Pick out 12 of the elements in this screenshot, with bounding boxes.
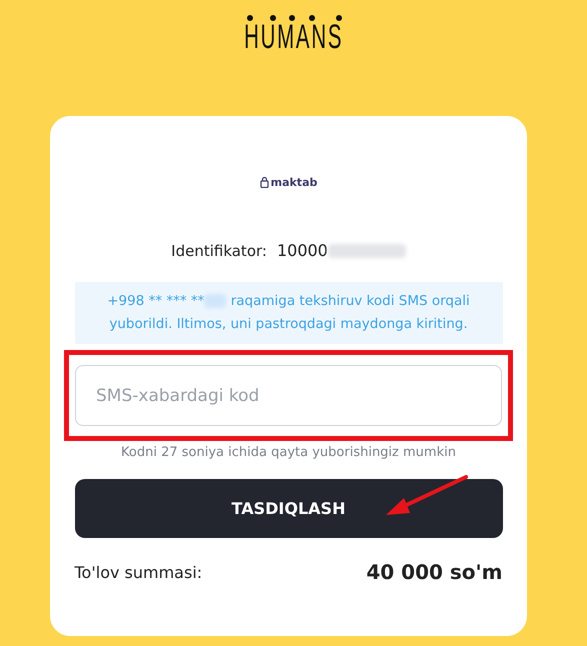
lock-icon: [260, 177, 269, 188]
total-label: To'lov summasi:: [74, 562, 202, 582]
code-input-field[interactable]: SMS-xabardagi kod: [75, 365, 502, 426]
identifier-label: Identifikator:: [171, 242, 267, 260]
identifier-value: 10000: [276, 241, 328, 260]
resend-hint: Kodni 27 soniya ichida qayta yuborishingiz mumkin: [121, 445, 456, 460]
logo-text: HUMANS: [244, 20, 344, 54]
confirm-button[interactable]: TASDIQLASH: [74, 479, 502, 538]
total-value: 40 000 so'm: [366, 560, 502, 584]
school-logo-text: maktab: [270, 176, 318, 189]
dots-icon: [246, 14, 342, 22]
info-text: +998 ** *** ** raqamiga tekshiruv kodi SMS orqali yuborildi. Iltimos, uni pastroqdagi maydonga kiriting.: [106, 292, 471, 334]
